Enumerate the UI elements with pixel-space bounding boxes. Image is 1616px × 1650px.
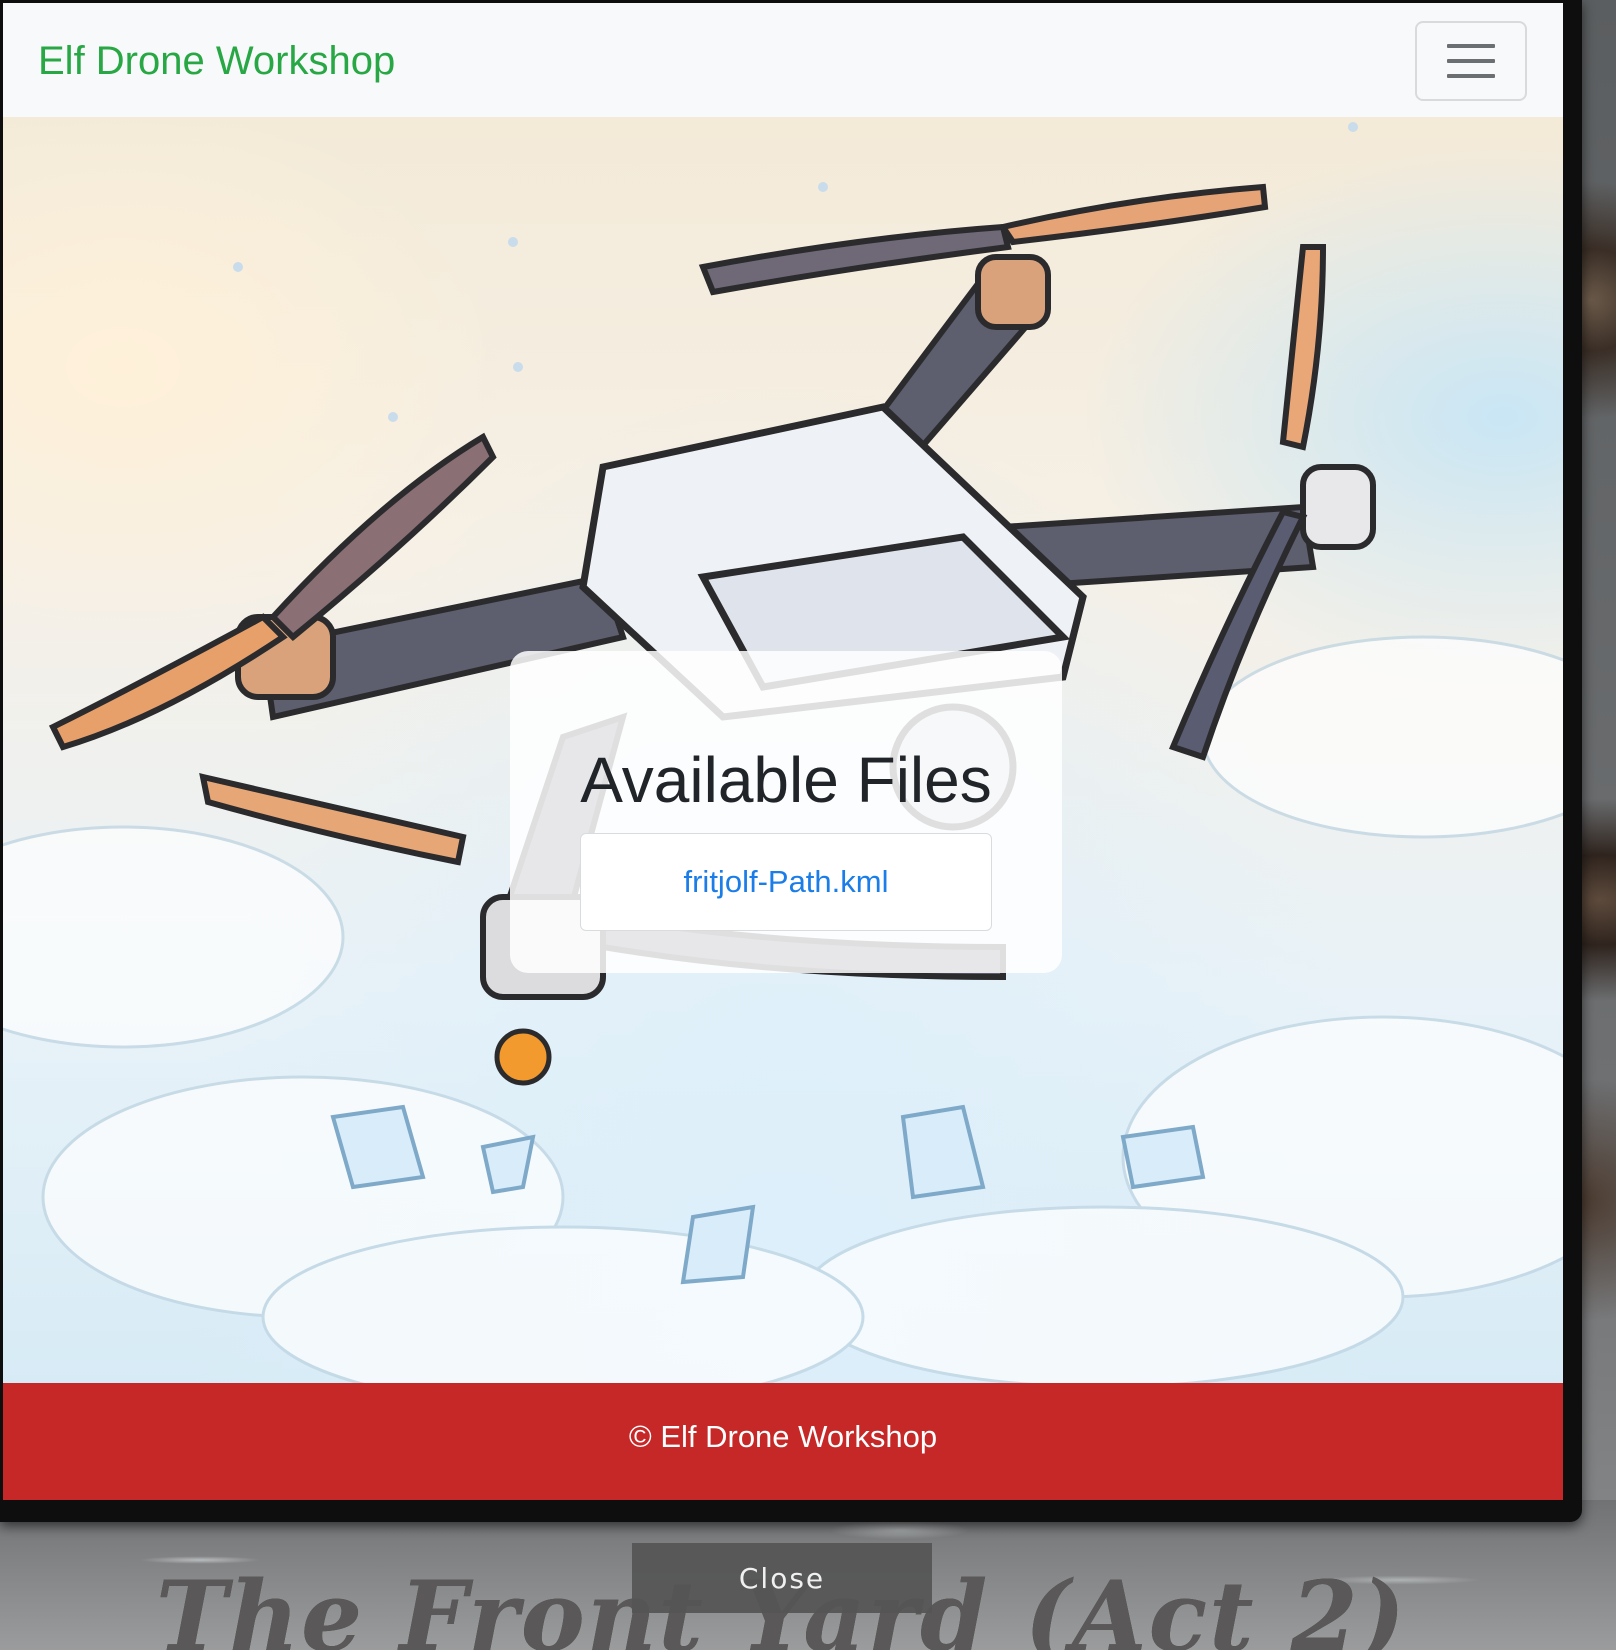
- close-button[interactable]: Close: [632, 1543, 932, 1613]
- available-files-panel: Available Files fritjolf-Path.kml: [510, 651, 1062, 973]
- drone-hero-image: Available Files fritjolf-Path.kml: [3, 117, 1563, 1383]
- iframe-dialog: Elf Drone Workshop Available Files fritj…: [0, 0, 1582, 1522]
- navbar-toggler-button[interactable]: [1415, 21, 1527, 101]
- hamburger-menu-icon: [1447, 44, 1495, 48]
- file-link[interactable]: fritjolf-Path.kml: [580, 833, 992, 931]
- files-title: Available Files: [580, 744, 992, 816]
- footer-copyright: © Elf Drone Workshop: [628, 1419, 938, 1454]
- hamburger-bar: [1447, 74, 1495, 78]
- footer: © Elf Drone Workshop: [3, 1383, 1563, 1500]
- navbar-brand[interactable]: Elf Drone Workshop: [38, 39, 395, 84]
- navbar: Elf Drone Workshop: [3, 3, 1563, 117]
- hamburger-bar: [1447, 59, 1495, 63]
- iframe-content: Elf Drone Workshop Available Files fritj…: [3, 3, 1563, 1500]
